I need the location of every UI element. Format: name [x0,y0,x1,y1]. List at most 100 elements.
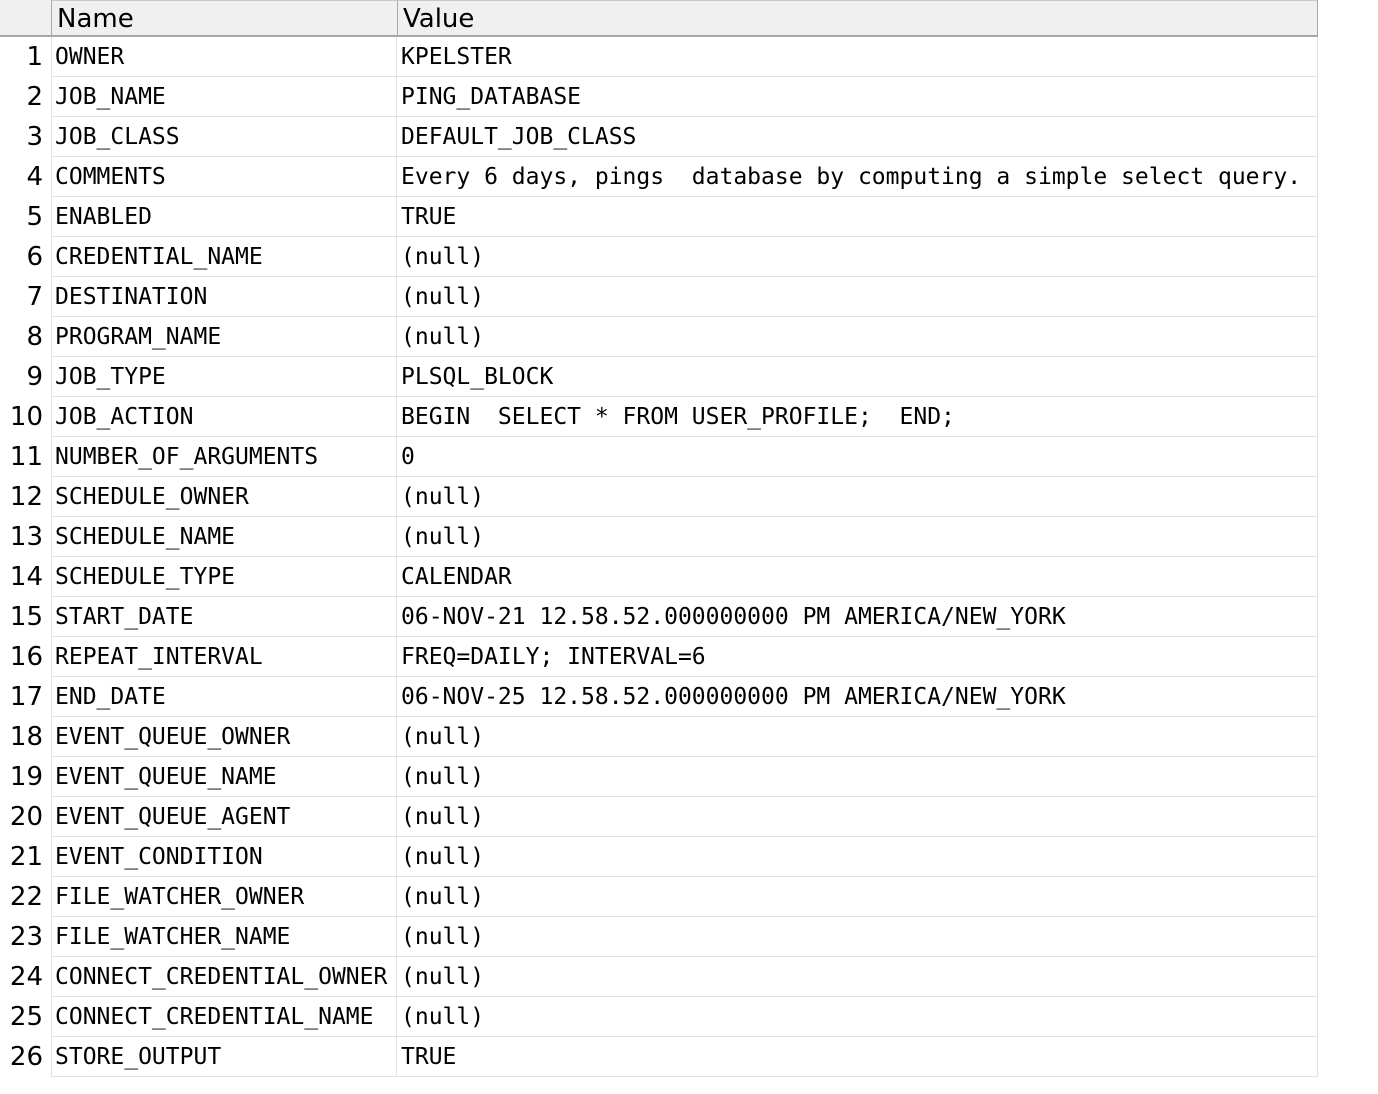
value-cell[interactable]: (null) [397,317,1318,357]
name-cell[interactable]: ENABLED [51,197,397,237]
table-row[interactable]: 26 STORE_OUTPUT TRUE [0,1037,1318,1077]
table-row[interactable]: 11 NUMBER_OF_ARGUMENTS 0 [0,437,1318,477]
row-number[interactable]: 17 [0,677,51,717]
row-number[interactable]: 3 [0,117,51,157]
table-row[interactable]: 25 CONNECT_CREDENTIAL_NAME (null) [0,997,1318,1037]
table-row[interactable]: 12 SCHEDULE_OWNER (null) [0,477,1318,517]
row-number[interactable]: 7 [0,277,51,317]
row-number[interactable]: 26 [0,1037,51,1077]
row-number[interactable]: 20 [0,797,51,837]
value-cell[interactable]: (null) [397,957,1318,997]
value-cell[interactable]: (null) [397,277,1318,317]
name-cell[interactable]: JOB_TYPE [51,357,397,397]
value-cell[interactable]: CALENDAR [397,557,1318,597]
row-number[interactable]: 2 [0,77,51,117]
value-cell[interactable]: KPELSTER [397,37,1318,77]
table-row[interactable]: 2 JOB_NAME PING_DATABASE [0,77,1318,117]
table-row[interactable]: 1 OWNER KPELSTER [0,37,1318,77]
table-row[interactable]: 14 SCHEDULE_TYPE CALENDAR [0,557,1318,597]
row-number[interactable]: 9 [0,357,51,397]
table-row[interactable]: 16 REPEAT_INTERVAL FREQ=DAILY; INTERVAL=6 [0,637,1318,677]
value-cell[interactable]: FREQ=DAILY; INTERVAL=6 [397,637,1318,677]
name-cell[interactable]: JOB_CLASS [51,117,397,157]
name-cell[interactable]: EVENT_QUEUE_NAME [51,757,397,797]
value-cell[interactable]: (null) [397,237,1318,277]
value-cell[interactable]: DEFAULT_JOB_CLASS [397,117,1318,157]
row-number[interactable]: 11 [0,437,51,477]
row-number[interactable]: 10 [0,397,51,437]
value-cell[interactable]: TRUE [397,1037,1318,1077]
row-number[interactable]: 23 [0,917,51,957]
value-cell[interactable]: 06-NOV-25 12.58.52.000000000 PM AMERICA/… [397,677,1318,717]
name-cell[interactable]: REPEAT_INTERVAL [51,637,397,677]
value-cell[interactable]: (null) [397,917,1318,957]
column-header-value[interactable]: Value [397,0,1318,35]
name-cell[interactable]: COMMENTS [51,157,397,197]
table-row[interactable]: 21 EVENT_CONDITION (null) [0,837,1318,877]
table-row[interactable]: 22 FILE_WATCHER_OWNER (null) [0,877,1318,917]
table-row[interactable]: 15 START_DATE 06-NOV-21 12.58.52.000000000… [0,597,1318,637]
table-row[interactable]: 23 FILE_WATCHER_NAME (null) [0,917,1318,957]
table-row[interactable]: 18 EVENT_QUEUE_OWNER (null) [0,717,1318,757]
value-cell[interactable]: 0 [397,437,1318,477]
name-cell[interactable]: FILE_WATCHER_NAME [51,917,397,957]
name-cell[interactable]: PROGRAM_NAME [51,317,397,357]
name-cell[interactable]: DESTINATION [51,277,397,317]
row-number[interactable]: 1 [0,37,51,77]
table-row[interactable]: 13 SCHEDULE_NAME (null) [0,517,1318,557]
name-cell[interactable]: EVENT_QUEUE_AGENT [51,797,397,837]
table-row[interactable]: 20 EVENT_QUEUE_AGENT (null) [0,797,1318,837]
row-number[interactable]: 25 [0,997,51,1037]
table-row[interactable]: 9 JOB_TYPE PLSQL_BLOCK [0,357,1318,397]
name-cell[interactable]: START_DATE [51,597,397,637]
name-cell[interactable]: FILE_WATCHER_OWNER [51,877,397,917]
name-cell[interactable]: EVENT_QUEUE_OWNER [51,717,397,757]
name-cell[interactable]: OWNER [51,37,397,77]
name-cell[interactable]: SCHEDULE_TYPE [51,557,397,597]
row-number[interactable]: 5 [0,197,51,237]
value-cell[interactable]: (null) [397,717,1318,757]
name-cell[interactable]: NUMBER_OF_ARGUMENTS [51,437,397,477]
table-row[interactable]: 19 EVENT_QUEUE_NAME (null) [0,757,1318,797]
value-cell[interactable]: Every 6 days, pings database by computin… [397,157,1318,197]
name-cell[interactable]: CONNECT_CREDENTIAL_OWNER [51,957,397,997]
name-cell[interactable]: SCHEDULE_NAME [51,517,397,557]
value-cell[interactable]: (null) [397,997,1318,1037]
value-cell[interactable]: (null) [397,517,1318,557]
value-cell[interactable]: PING_DATABASE [397,77,1318,117]
table-row[interactable]: 17 END_DATE 06-NOV-25 12.58.52.000000000 P… [0,677,1318,717]
value-cell[interactable]: (null) [397,837,1318,877]
name-cell[interactable]: CONNECT_CREDENTIAL_NAME [51,997,397,1037]
row-number[interactable]: 22 [0,877,51,917]
column-header-name[interactable]: Name [51,0,397,35]
table-row[interactable]: 5 ENABLED TRUE [0,197,1318,237]
row-number[interactable]: 16 [0,637,51,677]
value-cell[interactable]: BEGIN SELECT * FROM USER_PROFILE; END; [397,397,1318,437]
row-number[interactable]: 13 [0,517,51,557]
value-cell[interactable]: (null) [397,797,1318,837]
value-cell[interactable]: (null) [397,757,1318,797]
name-cell[interactable]: SCHEDULE_OWNER [51,477,397,517]
row-number[interactable]: 4 [0,157,51,197]
row-number[interactable]: 6 [0,237,51,277]
value-cell[interactable]: 06-NOV-21 12.58.52.000000000 PM AMERICA/… [397,597,1318,637]
name-cell[interactable]: STORE_OUTPUT [51,1037,397,1077]
row-number[interactable]: 19 [0,757,51,797]
name-cell[interactable]: JOB_ACTION [51,397,397,437]
table-row[interactable]: 4 COMMENTS Every 6 days, pings database by… [0,157,1318,197]
row-number[interactable]: 18 [0,717,51,757]
row-number[interactable]: 14 [0,557,51,597]
row-number[interactable]: 8 [0,317,51,357]
name-cell[interactable]: EVENT_CONDITION [51,837,397,877]
table-row[interactable]: 10 JOB_ACTION BEGIN SELECT * FROM USER_PRO… [0,397,1318,437]
name-cell[interactable]: CREDENTIAL_NAME [51,237,397,277]
value-cell[interactable]: TRUE [397,197,1318,237]
row-number[interactable]: 15 [0,597,51,637]
table-row[interactable]: 6 CREDENTIAL_NAME (null) [0,237,1318,277]
row-number[interactable]: 24 [0,957,51,997]
name-cell[interactable]: JOB_NAME [51,77,397,117]
value-cell[interactable]: (null) [397,477,1318,517]
row-number[interactable]: 21 [0,837,51,877]
table-row[interactable]: 3 JOB_CLASS DEFAULT_JOB_CLASS [0,117,1318,157]
value-cell[interactable]: (null) [397,877,1318,917]
